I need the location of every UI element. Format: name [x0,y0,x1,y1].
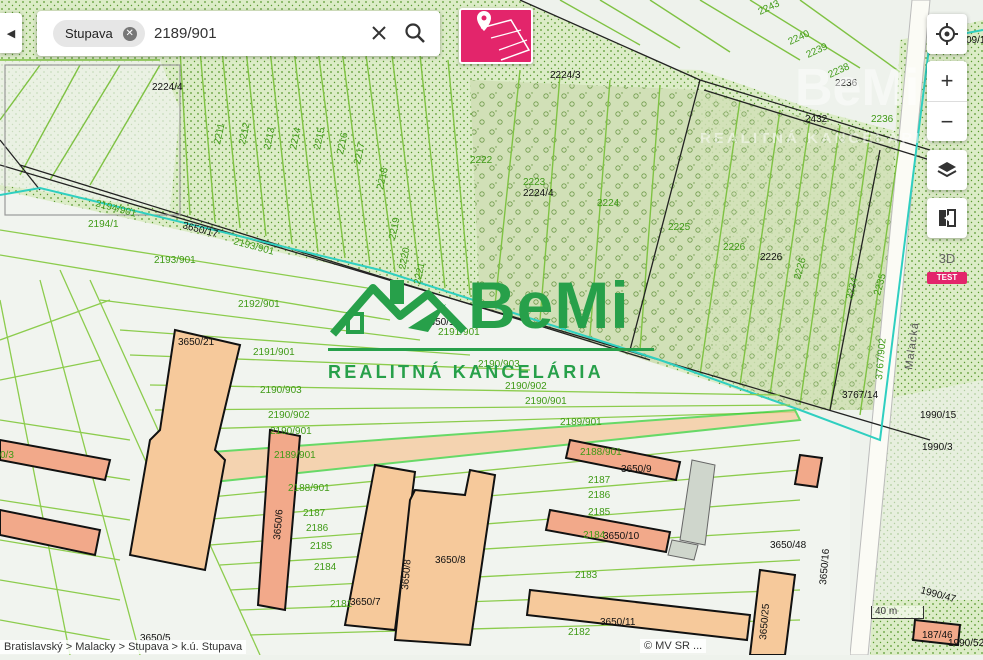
crosshair-icon [936,23,958,45]
svg-text:09/1: 09/1 [966,35,983,46]
compare-button[interactable] [927,198,967,238]
svg-text:2222: 2222 [470,155,493,166]
svg-text:1990/3: 1990/3 [922,442,953,453]
svg-text:2189/901: 2189/901 [560,417,602,428]
search-icon[interactable] [403,21,427,45]
svg-text:2224: 2224 [597,198,620,209]
svg-text:2226: 2226 [723,242,746,253]
breadcrumb[interactable]: Bratislavský > Malacky > Stupava > k.ú. … [0,640,247,654]
chip-label: Stupava [65,26,113,41]
watermark-faint-brand: BeMi [795,59,920,117]
svg-text:2182: 2182 [568,627,591,638]
watermark-rule [328,348,654,351]
svg-text:2187: 2187 [588,475,611,486]
zoom-controls: + − [927,61,967,141]
svg-text:2186: 2186 [306,523,329,534]
search-bar[interactable]: Stupava ✕ [37,11,440,56]
clear-icon[interactable] [367,21,391,45]
zoom-out-button[interactable]: − [927,102,967,142]
bemi-watermark: BeMi REALITNÁ KANCELÁRIA [328,270,658,385]
chip-remove-icon[interactable]: ✕ [122,26,137,41]
svg-text:3650/11: 3650/11 [600,617,636,628]
svg-text:3650/48: 3650/48 [770,540,807,551]
svg-text:0/3: 0/3 [0,450,14,461]
svg-text:3650/9: 3650/9 [621,464,652,475]
svg-text:2187: 2187 [303,508,326,519]
three-d-label: 3D [938,251,956,266]
svg-text:2194/1: 2194/1 [88,219,119,230]
locate-me-button[interactable] [927,14,967,54]
map-pin-icon [477,11,531,61]
svg-text:2189/901: 2189/901 [274,450,316,461]
svg-text:2190/902: 2190/902 [268,410,310,421]
svg-text:2185: 2185 [310,541,333,552]
house-logo-icon [329,280,467,337]
compare-icon [939,209,956,227]
svg-text:2225: 2225 [668,222,691,233]
svg-text:2224/4: 2224/4 [523,188,554,199]
svg-text:2188/901: 2188/901 [288,483,330,494]
layers-button[interactable] [927,150,967,190]
svg-text:2191/901: 2191/901 [253,347,295,358]
scale-bar: 40 m [871,606,924,619]
svg-text:2190/901: 2190/901 [525,396,567,407]
watermark-faint: BeMi REALITNÁ KANCELÁRIA [700,59,933,155]
svg-text:2226: 2226 [760,252,783,263]
svg-text:2190/901: 2190/901 [270,426,312,437]
svg-text:2192/901: 2192/901 [238,299,280,310]
search-input[interactable] [154,23,344,43]
watermark-brand: BeMi [468,268,630,342]
location-chip[interactable]: Stupava ✕ [53,20,145,47]
svg-text:3650/10: 3650/10 [603,531,640,542]
svg-text:1990/15: 1990/15 [920,410,957,421]
svg-text:2224/4: 2224/4 [152,82,183,93]
attribution[interactable]: © MV SR ... [640,639,707,653]
caret-left-icon: ◀ [6,27,16,40]
svg-text:3650/8: 3650/8 [435,555,466,566]
watermark-subtitle: REALITNÁ KANCELÁRIA [328,362,604,382]
layers-icon [937,162,957,178]
collapse-panel-button[interactable]: ◀ [0,13,22,53]
watermark-faint-subtitle: REALITNÁ KANCELÁRIA [700,130,937,147]
svg-text:2223: 2223 [523,177,546,188]
svg-text:3767/14: 3767/14 [842,390,879,401]
svg-text:2184: 2184 [314,562,337,573]
svg-text:2186: 2186 [588,490,611,501]
svg-text:2183: 2183 [575,570,598,581]
svg-text:2188/901: 2188/901 [580,447,622,458]
svg-text:2190/903: 2190/903 [260,385,302,396]
parcel-locator-button[interactable] [459,8,533,64]
zoom-in-button[interactable]: + [927,61,967,102]
test-badge: TEST [927,272,967,284]
svg-text:3650/21: 3650/21 [178,337,215,348]
three-d-toggle[interactable]: 3D TEST [927,246,967,286]
svg-text:3650/7: 3650/7 [350,597,381,608]
svg-text:2193/901: 2193/901 [154,255,196,266]
svg-text:2224/3: 2224/3 [550,70,581,81]
svg-text:2185: 2185 [588,507,611,518]
svg-text:1990/52: 1990/52 [948,638,983,649]
